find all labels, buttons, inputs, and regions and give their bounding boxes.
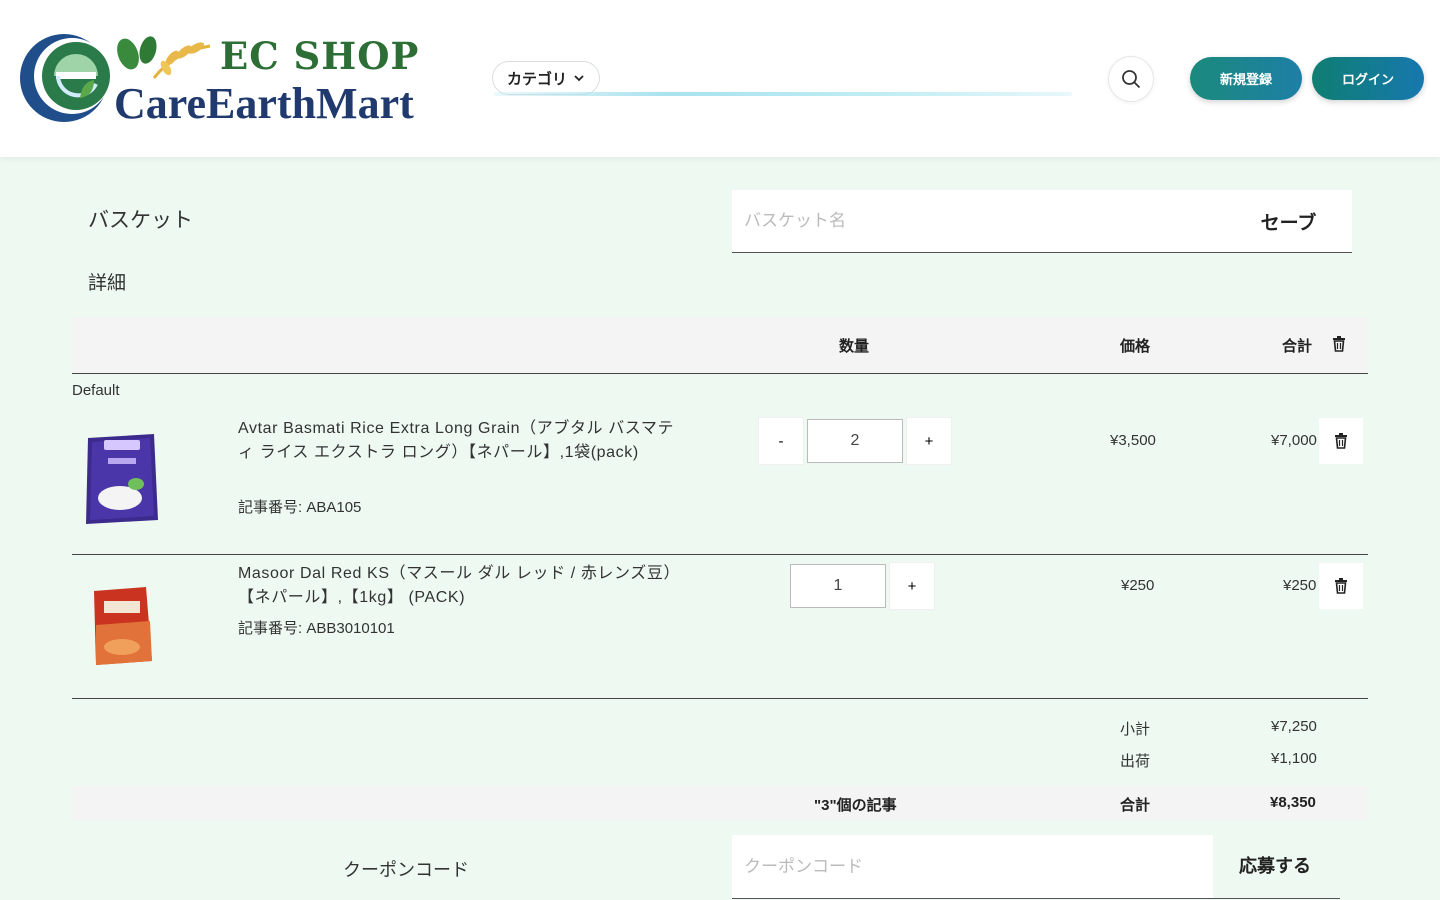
trash-icon — [1335, 433, 1347, 449]
product-sku: 記事番号: ABB3010101 — [238, 620, 395, 637]
remove-item-button[interactable] — [1319, 418, 1363, 464]
total-label: 合計 — [1120, 797, 1151, 814]
column-price: 価格 — [1120, 338, 1151, 355]
category-label: カテゴリ — [507, 70, 568, 88]
table-row: Masoor Dal Red KS（マスール ダル レッド / 赤レンズ豆）【ネ… — [72, 555, 1368, 699]
trash-icon — [1335, 578, 1347, 594]
page-title: バスケット — [88, 209, 193, 232]
chevron-down-icon — [574, 75, 584, 82]
shipping-value: ¥1,100 — [1271, 750, 1317, 767]
quantity-input[interactable] — [807, 419, 903, 463]
remove-item-button[interactable] — [1319, 563, 1363, 609]
table-row: Avtar Basmati Rice Extra Long Grain（アブタル… — [72, 400, 1368, 555]
coupon-input[interactable] — [732, 835, 1213, 898]
earth-logo-icon — [20, 34, 110, 122]
basket-name-input[interactable] — [732, 190, 1226, 252]
search-button[interactable] — [1108, 56, 1154, 102]
leaves-logo-icon — [117, 36, 211, 79]
subtotal-value: ¥7,250 — [1271, 718, 1317, 735]
item-count: "3"個の記事 — [814, 797, 897, 814]
coupon-label: クーポンコード — [343, 860, 469, 880]
shipping-label: 出荷 — [1120, 753, 1151, 770]
subtotal-label: 小計 — [1120, 721, 1151, 738]
order-total-bar: "3"個の記事 合計 ¥8,350 — [72, 786, 1368, 820]
logo-text-top: EC SHOP — [220, 34, 420, 78]
product-image[interactable] — [82, 581, 162, 681]
site-header: EC SHOP CareEarthMart カテゴリ 新規登録 ログイン — [0, 0, 1440, 157]
unit-price: ¥250 — [1121, 577, 1155, 594]
column-quantity: 数量 — [839, 338, 870, 355]
total-value: ¥8,350 — [1270, 794, 1316, 811]
unit-price: ¥3,500 — [1110, 432, 1156, 449]
table-header: 数量 価格 合計 — [72, 317, 1368, 374]
quantity-input[interactable] — [790, 564, 886, 608]
column-total: 合計 — [1282, 338, 1313, 355]
product-sku: 記事番号: ABA105 — [238, 499, 362, 516]
line-total: ¥7,000 — [1271, 432, 1317, 449]
line-total: ¥250 — [1283, 577, 1317, 594]
site-logo[interactable]: EC SHOP CareEarthMart — [14, 28, 424, 128]
increase-quantity-button[interactable]: + — [890, 563, 934, 609]
increase-quantity-button[interactable]: + — [907, 418, 951, 464]
details-heading: 詳細 — [88, 273, 127, 294]
search-icon — [1122, 70, 1141, 89]
group-label: Default — [72, 382, 120, 399]
register-button[interactable]: 新規登録 — [1190, 57, 1302, 100]
product-name[interactable]: Avtar Basmati Rice Extra Long Grain（アブタル… — [238, 417, 678, 465]
category-dropdown[interactable]: カテゴリ — [492, 61, 601, 95]
product-image[interactable] — [82, 428, 162, 528]
apply-coupon-button[interactable]: 応募する — [1212, 842, 1338, 888]
product-name[interactable]: Masoor Dal Red KS（マスール ダル レッド / 赤レンズ豆）【ネ… — [238, 562, 678, 610]
login-button[interactable]: ログイン — [1312, 57, 1424, 100]
search-input[interactable] — [610, 62, 1060, 92]
clear-all-trash-icon[interactable] — [1332, 336, 1346, 352]
save-basket-button[interactable]: セーブ — [1225, 198, 1352, 244]
search-underline — [494, 92, 1072, 96]
decrease-quantity-button[interactable]: - — [759, 418, 803, 464]
logo-text-bottom: CareEarthMart — [114, 79, 414, 128]
